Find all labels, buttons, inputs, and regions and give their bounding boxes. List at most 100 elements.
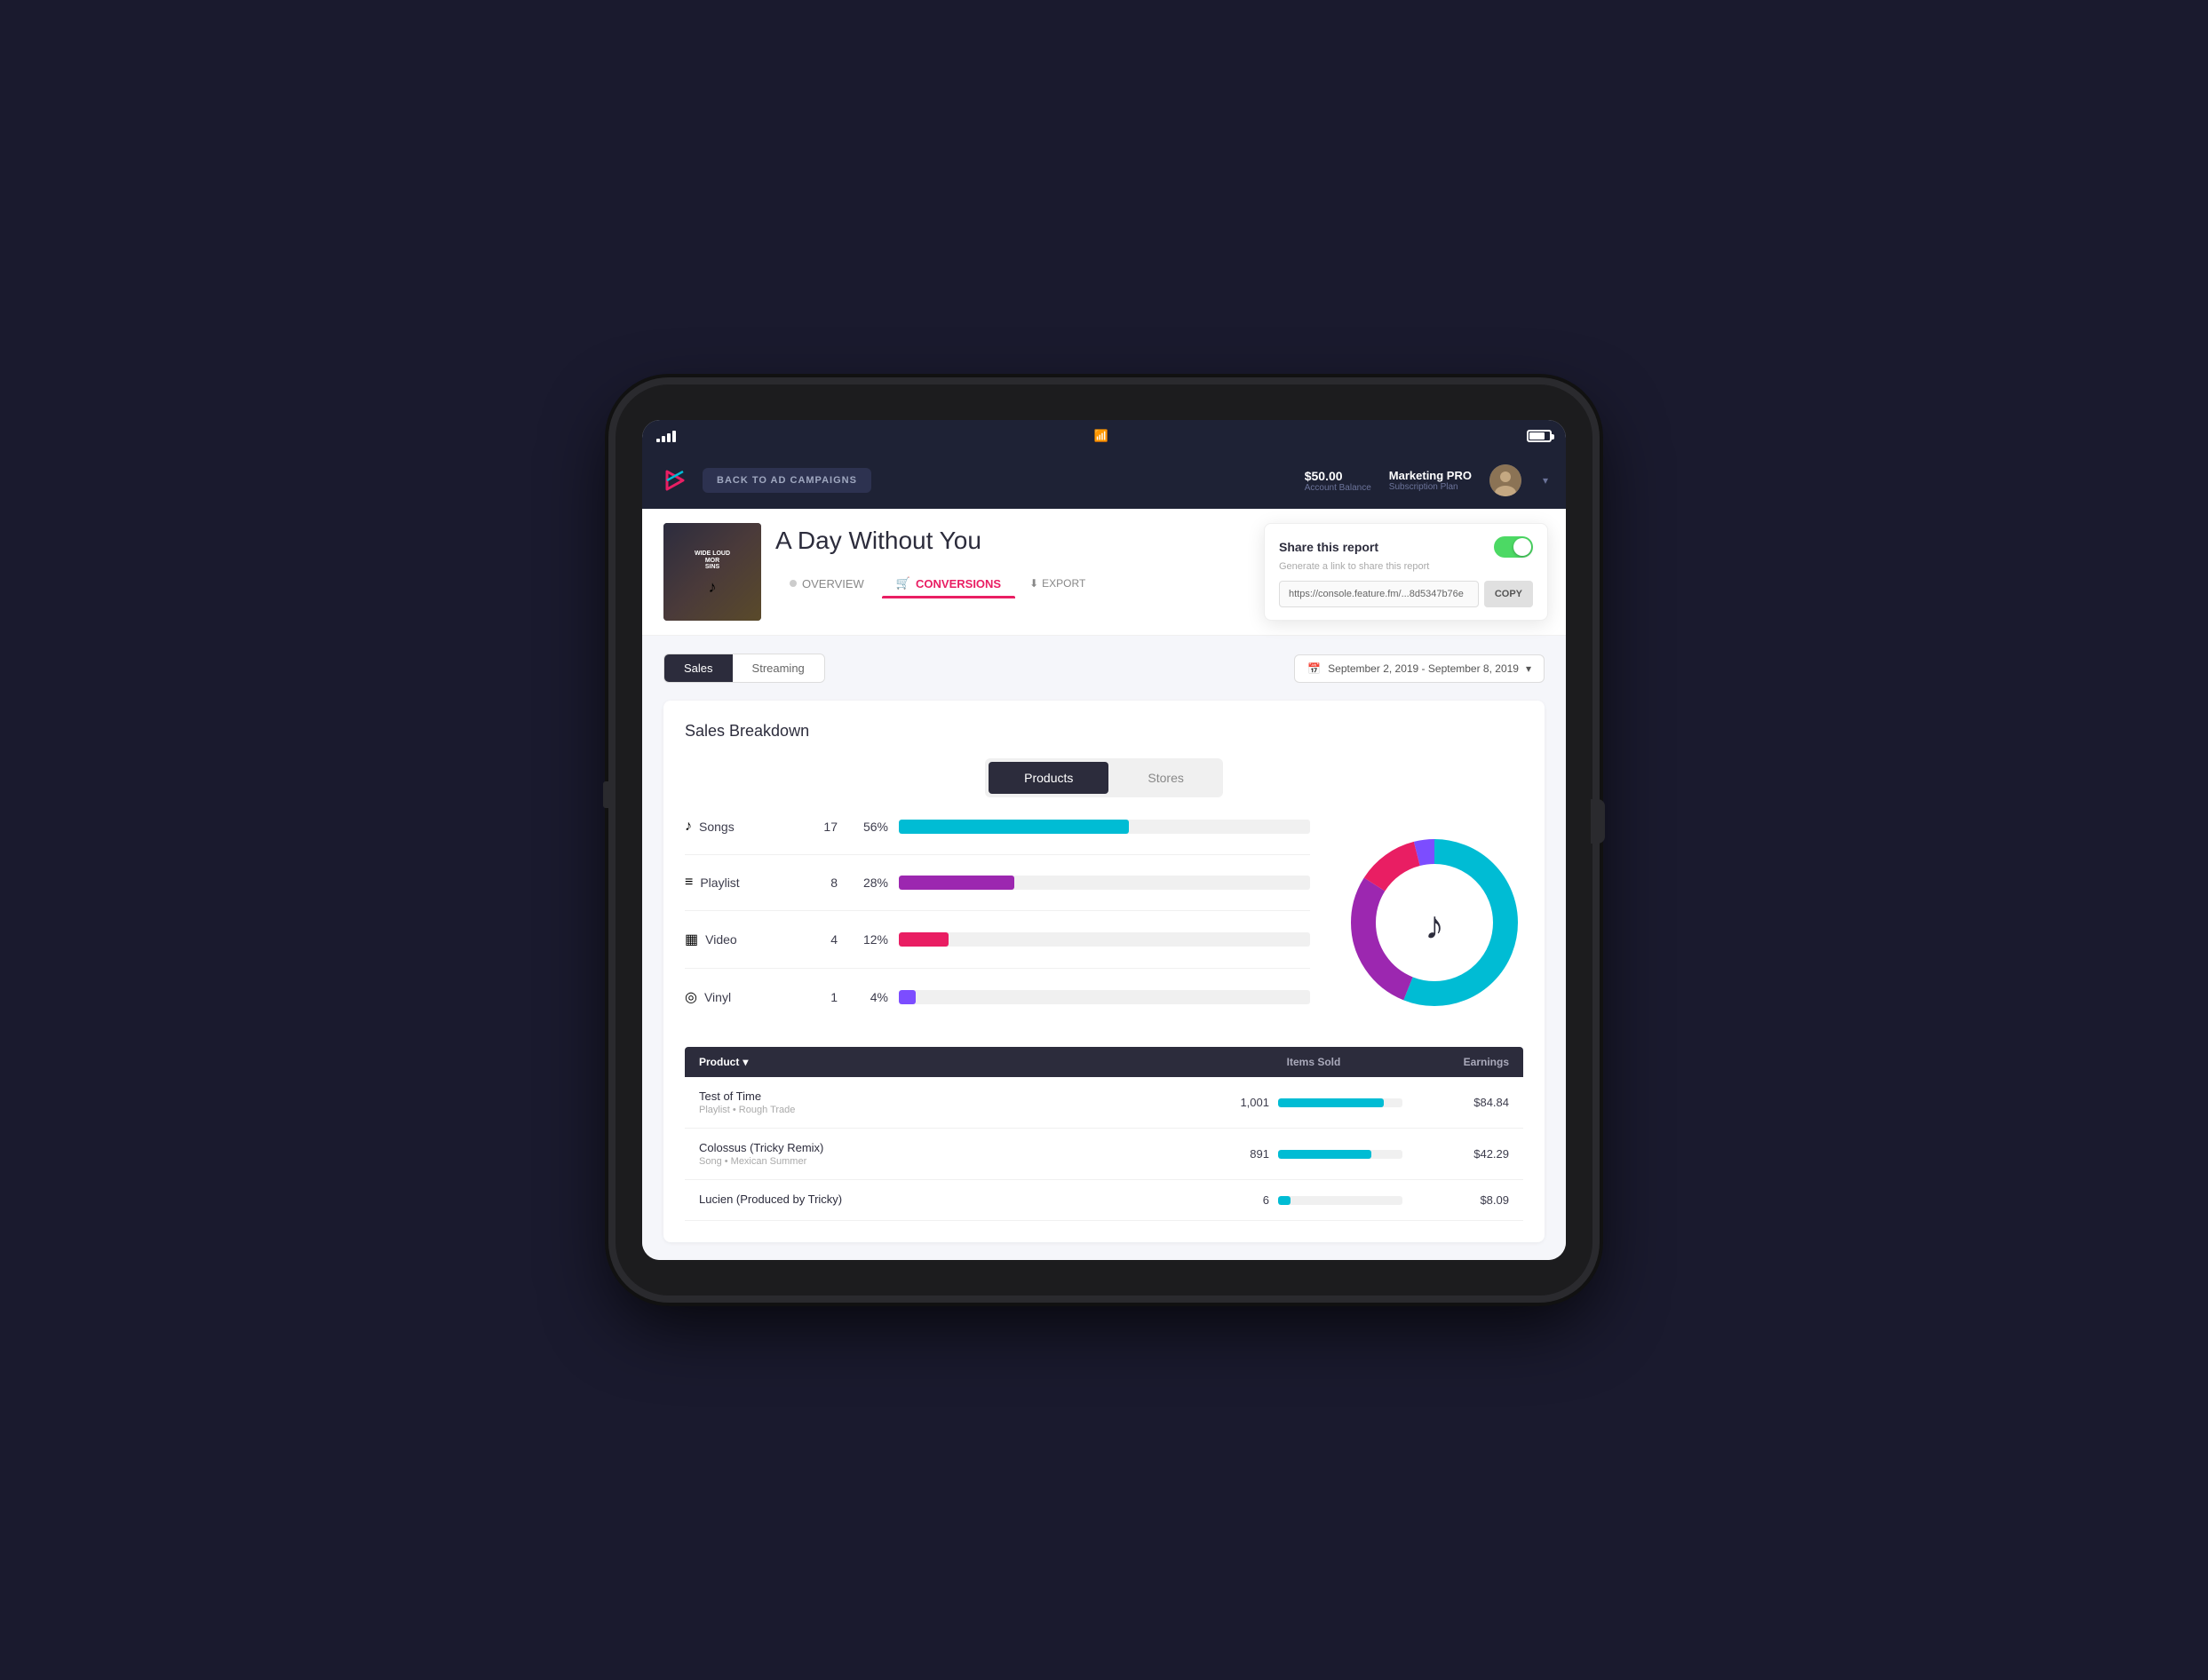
bar-row-video: ▦ Video 4 12% (685, 931, 1310, 969)
th-items-sold: Items Sold (1225, 1056, 1402, 1068)
bar-label-vinyl: ◎ Vinyl (685, 988, 791, 1006)
calendar-icon: 📅 (1307, 662, 1321, 675)
share-toggle[interactable] (1494, 536, 1533, 558)
video-count: 4 (802, 932, 838, 947)
video-bar-fill (899, 932, 949, 947)
bar-row-vinyl: ◎ Vinyl 1 4% (685, 988, 1310, 1026)
balance-amount: $50.00 (1305, 469, 1371, 483)
share-url-input[interactable] (1279, 581, 1479, 607)
share-header: Share this report (1279, 536, 1533, 558)
vinyl-pct: 4% (848, 990, 888, 1004)
items-count-2: 6 (1225, 1193, 1269, 1207)
table-row: Lucien (Produced by Tricky) 6 $8.09 (685, 1180, 1523, 1221)
table-row: Colossus (Tricky Remix) Song • Mexican S… (685, 1129, 1523, 1180)
tab-overview[interactable]: OVERVIEW (775, 570, 878, 598)
view-tabs: Sales Streaming 📅 September 2, 2019 - Se… (663, 654, 1545, 683)
bar-row-playlist: ≡ Playlist 8 28% (685, 875, 1310, 911)
sub-tab-group: Products Stores (985, 758, 1223, 797)
date-picker[interactable]: 📅 September 2, 2019 - September 8, 2019 … (1294, 654, 1545, 683)
sub-tabs: Products Stores (685, 758, 1523, 797)
export-label: EXPORT (1042, 577, 1085, 590)
tab-conversions-label: CONVERSIONS (916, 577, 1001, 590)
video-bar-track (899, 932, 1310, 947)
product-name-0: Test of Time (699, 1090, 1225, 1103)
bar-label-video: ▦ Video (685, 931, 791, 948)
signal-bar-4 (672, 431, 676, 442)
streaming-tab[interactable]: Streaming (733, 654, 824, 682)
playlist-bar-fill (899, 876, 1014, 890)
battery-icon (1527, 430, 1552, 442)
th-product[interactable]: Product ▾ (699, 1056, 1225, 1068)
product-name-2: Lucien (Produced by Tricky) (699, 1193, 1225, 1206)
tab-conversions[interactable]: 🛒 CONVERSIONS (882, 569, 1015, 598)
chart-layout: ♪ Songs 17 56% ≡ Pla (685, 819, 1523, 1026)
playlist-label: Playlist (700, 876, 739, 890)
vinyl-icon: ◎ (685, 988, 697, 1006)
share-panel: Share this report Generate a link to sha… (1264, 523, 1548, 621)
playlist-count: 8 (802, 876, 838, 890)
account-chevron-icon[interactable]: ▾ (1543, 474, 1548, 487)
balance-label: Account Balance (1305, 483, 1371, 493)
playlist-icon: ≡ (685, 875, 693, 891)
table-header: Product ▾ Items Sold Earnings (685, 1047, 1523, 1077)
signal-bar-2 (662, 436, 665, 442)
user-avatar[interactable] (1489, 464, 1521, 496)
td-earnings-1: $42.29 (1402, 1147, 1509, 1161)
battery-fill (1529, 432, 1545, 440)
products-subtab[interactable]: Products (989, 762, 1108, 794)
share-url-row: COPY (1279, 581, 1533, 607)
songs-count: 17 (802, 820, 838, 834)
td-product-2: Lucien (Produced by Tricky) (699, 1193, 1225, 1208)
td-product-1: Colossus (Tricky Remix) Song • Mexican S… (699, 1141, 1225, 1167)
sales-tab[interactable]: Sales (664, 654, 733, 682)
date-range-label: September 2, 2019 - September 8, 2019 (1328, 662, 1519, 675)
view-tab-group: Sales Streaming (663, 654, 825, 683)
vinyl-label: Vinyl (704, 990, 731, 1004)
signal-bars (656, 431, 676, 442)
data-table: Product ▾ Items Sold Earnings Test of Ti… (685, 1047, 1523, 1221)
date-picker-chevron: ▾ (1526, 662, 1531, 675)
status-bar-center: 📶 (1094, 429, 1108, 443)
bar-label-playlist: ≡ Playlist (685, 875, 791, 891)
td-earnings-0: $84.84 (1402, 1096, 1509, 1109)
plan-name: Marketing PRO (1389, 469, 1472, 482)
album-art: WIDE LOUDMORSINS ♪ (663, 523, 761, 621)
back-to-campaigns-button[interactable]: BACK TO AD CAMPAIGNS (703, 468, 871, 493)
product-sub-1: Song • Mexican Summer (699, 1156, 1225, 1167)
bar-row-songs: ♪ Songs 17 56% (685, 819, 1310, 855)
product-name-1: Colossus (Tricky Remix) (699, 1141, 1225, 1154)
status-bar-left (656, 431, 676, 442)
share-subtitle: Generate a link to share this report (1279, 561, 1533, 572)
side-button-right (1591, 799, 1605, 844)
copy-button[interactable]: COPY (1484, 581, 1533, 607)
items-count-0: 1,001 (1225, 1096, 1269, 1109)
account-info: $50.00 Account Balance Marketing PRO Sub… (1305, 464, 1548, 496)
export-button[interactable]: ⬇ EXPORT (1019, 570, 1096, 597)
balance-block: $50.00 Account Balance (1305, 469, 1371, 493)
td-product-0: Test of Time Playlist • Rough Trade (699, 1090, 1225, 1115)
stores-subtab[interactable]: Stores (1112, 762, 1219, 794)
donut-chart: ♪ (1346, 834, 1523, 1011)
tab-overview-label: OVERVIEW (802, 577, 864, 590)
app-logo (660, 466, 688, 495)
signal-bar-1 (656, 439, 660, 442)
td-items-0: 1,001 (1225, 1096, 1402, 1109)
content-area: Sales Streaming 📅 September 2, 2019 - Se… (642, 636, 1566, 1260)
video-pct: 12% (848, 932, 888, 947)
bar-chart: ♪ Songs 17 56% ≡ Pla (685, 819, 1310, 1026)
top-nav: BACK TO AD CAMPAIGNS $50.00 Account Bala… (642, 452, 1566, 509)
plan-block: Marketing PRO Subscription Plan (1389, 469, 1472, 492)
items-bar-1 (1278, 1150, 1402, 1159)
status-bar: 📶 (642, 420, 1566, 452)
items-fill-2 (1278, 1196, 1291, 1205)
video-icon: ▦ (685, 931, 698, 948)
items-fill-1 (1278, 1150, 1371, 1159)
songs-bar-track (899, 820, 1310, 834)
product-column-label: Product (699, 1056, 739, 1068)
breakdown-title: Sales Breakdown (685, 722, 1523, 741)
bar-label-songs: ♪ Songs (685, 819, 791, 835)
th-earnings: Earnings (1402, 1056, 1509, 1068)
vinyl-bar-fill (899, 990, 916, 1004)
items-fill-0 (1278, 1098, 1384, 1107)
cart-icon: 🛒 (896, 576, 910, 590)
